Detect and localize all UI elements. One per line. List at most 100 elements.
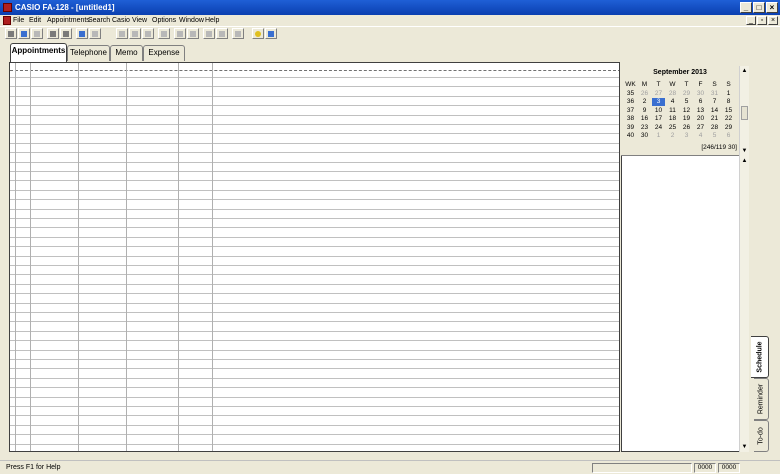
menu-view[interactable]: View [132, 16, 147, 25]
calendar-day[interactable]: 2 [666, 132, 679, 140]
scroll-down-icon[interactable]: ▼ [740, 146, 749, 156]
calendar-day[interactable]: 23 [638, 124, 651, 132]
print-preview-icon[interactable] [60, 28, 72, 39]
calendar-day[interactable]: 9 [638, 107, 651, 115]
menu-search[interactable]: Search [88, 16, 110, 25]
close-button[interactable]: × [766, 2, 778, 13]
mdi-minimize-button[interactable]: _ [746, 16, 756, 25]
window-title: CASIO FA-128 - [untitled1] [15, 3, 115, 12]
calendar-day[interactable]: 30 [694, 90, 707, 98]
cut-icon[interactable] [116, 28, 128, 39]
goto-date-icon[interactable] [232, 28, 244, 39]
appointment-grid[interactable] [9, 62, 620, 452]
menu-window[interactable]: Window [179, 16, 204, 25]
calendar-day[interactable]: 14 [708, 107, 721, 115]
mdi-close-button[interactable]: × [768, 16, 778, 25]
sort-descending-icon[interactable] [216, 28, 228, 39]
scroll-up-icon[interactable]: ▲ [740, 66, 749, 76]
calendar-day[interactable]: 26 [680, 124, 693, 132]
calendar-day[interactable]: 28 [666, 90, 679, 98]
calendar-day[interactable]: 20 [694, 115, 707, 123]
time-slot-row [10, 162, 619, 163]
help-pointer-icon[interactable] [265, 28, 277, 39]
tab-appointments[interactable]: Appointments [10, 43, 67, 62]
menu-help[interactable]: Help [205, 16, 219, 25]
new-file-icon[interactable] [5, 28, 17, 39]
tab-telephone[interactable]: Telephone [67, 45, 110, 61]
tab-todo[interactable]: To-do [754, 420, 769, 452]
time-slot-row [10, 350, 619, 351]
tab-schedule[interactable]: Schedule [751, 336, 769, 378]
list-scroll-down-icon[interactable]: ▼ [740, 442, 749, 452]
menu-casio[interactable]: Casio [112, 16, 130, 25]
calendar-day[interactable]: 28 [708, 124, 721, 132]
tab-memo[interactable]: Memo [110, 45, 143, 61]
menu-options[interactable]: Options [152, 16, 176, 25]
receive-icon[interactable] [89, 28, 101, 39]
calendar-day[interactable]: 29 [722, 124, 735, 132]
calendar-week-number: 39 [626, 123, 635, 131]
undo-icon[interactable] [187, 28, 199, 39]
minimize-button[interactable]: _ [740, 2, 752, 13]
save-icon[interactable] [31, 28, 43, 39]
print-icon[interactable] [47, 28, 59, 39]
tab-expense[interactable]: Expense [143, 45, 185, 61]
calendar-day[interactable]: 12 [680, 107, 693, 115]
mini-calendar[interactable]: September 2013 [246/119 30] WK M T W T F S S 35 2… [621, 66, 739, 156]
calendar-day[interactable]: 8 [722, 98, 735, 106]
calendar-day[interactable]: 17 [652, 115, 665, 123]
calendar-day[interactable]: 1 [652, 132, 665, 140]
calendar-day[interactable]: 24 [652, 124, 665, 132]
menu-file[interactable]: File [13, 16, 24, 25]
calendar-day[interactable]: 15 [722, 107, 735, 115]
calendar-day[interactable]: 19 [680, 115, 693, 123]
calendar-day[interactable]: 3 [680, 132, 693, 140]
calendar-scrollbar[interactable]: ▲ ▼ ▲ ▼ [739, 66, 749, 452]
calendar-day[interactable]: 21 [708, 115, 721, 123]
open-folder-icon[interactable] [18, 28, 30, 39]
tip-lightbulb-icon[interactable] [252, 28, 264, 39]
calendar-day[interactable]: 6 [694, 98, 707, 106]
menu-appointments[interactable]: Appointments [47, 16, 90, 25]
copy-icon[interactable] [129, 28, 141, 39]
calendar-day[interactable]: 29 [680, 90, 693, 98]
calendar-day[interactable]: 5 [680, 98, 693, 106]
calendar-day[interactable]: 5 [708, 132, 721, 140]
sort-ascending-icon[interactable] [203, 28, 215, 39]
calendar-day[interactable]: 13 [694, 107, 707, 115]
mdi-restore-button[interactable]: ▫ [757, 16, 767, 25]
calendar-day[interactable]: 7 [708, 98, 721, 106]
paste-icon[interactable] [142, 28, 154, 39]
calendar-day[interactable]: 2 [638, 98, 651, 106]
calendar-day[interactable]: 16 [638, 115, 651, 123]
calendar-day[interactable]: 4 [666, 98, 679, 106]
calendar-day[interactable]: 18 [666, 115, 679, 123]
calendar-day[interactable]: 25 [666, 124, 679, 132]
tab-reminder[interactable]: Reminder [754, 378, 769, 420]
scroll-thumb[interactable] [741, 106, 748, 120]
delete-icon[interactable] [174, 28, 186, 39]
calendar-day[interactable]: 6 [722, 132, 735, 140]
list-scroll-up-icon[interactable]: ▲ [740, 156, 749, 166]
day-detail-pane[interactable] [621, 156, 739, 452]
calendar-day[interactable]: 27 [694, 124, 707, 132]
calendar-day[interactable]: 1 [722, 90, 735, 98]
calendar-day[interactable]: 3 [652, 98, 665, 107]
find-icon[interactable] [158, 28, 170, 39]
document-icon[interactable] [3, 16, 11, 25]
calendar-day[interactable]: 10 [652, 107, 665, 115]
time-slot-row [10, 227, 619, 228]
calendar-day[interactable]: 31 [708, 90, 721, 98]
time-slot-row [10, 218, 619, 219]
app-icon[interactable] [3, 3, 12, 12]
calendar-day[interactable]: 30 [638, 132, 651, 140]
transfer-icon[interactable] [76, 28, 88, 39]
calendar-day[interactable]: 27 [652, 90, 665, 98]
calendar-day[interactable]: 4 [694, 132, 707, 140]
calendar-day[interactable]: 22 [722, 115, 735, 123]
calendar-day-header: T [656, 81, 661, 88]
menu-edit[interactable]: Edit [29, 16, 41, 25]
calendar-day[interactable]: 11 [666, 107, 679, 115]
calendar-day[interactable]: 26 [638, 90, 651, 98]
maximize-button[interactable]: □ [753, 2, 765, 13]
